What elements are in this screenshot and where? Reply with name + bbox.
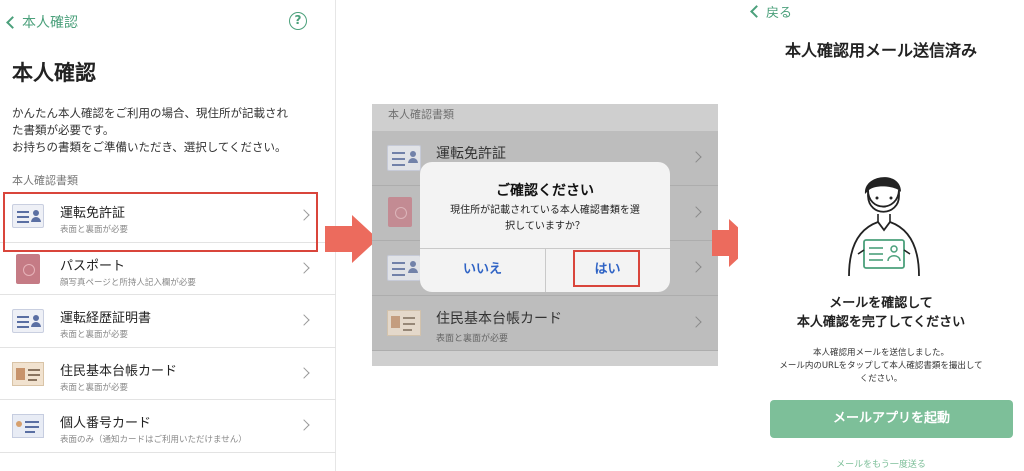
resident-card-icon xyxy=(12,361,44,386)
back-label: 戻る xyxy=(766,6,793,21)
chevron-right-icon xyxy=(298,261,310,274)
dialog-title: ご確認ください xyxy=(496,183,594,199)
open-mail-app-button[interactable]: メールアプリを起動 xyxy=(770,400,1013,438)
section-label: 本人確認書類 xyxy=(388,108,454,121)
document-item-resident-card[interactable]: 住民基本台帳カード 表面と裏面が必要 xyxy=(0,348,336,400)
license-card-icon xyxy=(12,309,44,333)
document-sublabel: 表面のみ（通知カードはご利用いただけません） xyxy=(60,435,247,445)
body-line: ください。 xyxy=(859,374,903,384)
resend-mail-link[interactable]: メールをもう一度送る xyxy=(738,457,1024,470)
dialog-message-line: 択していますか？ xyxy=(505,221,585,232)
resident-card-icon xyxy=(387,310,421,336)
body-line: メール内のURLをタップして本人確認書類を撮出して xyxy=(779,361,983,371)
chevron-right-icon xyxy=(298,419,310,431)
panel-confirm-dialog: 本人確認書類 運転免許証 住民基本台帳カード 表面と裏面が必要 ご確認ください … xyxy=(372,104,718,366)
description: かんたん本人確認をご利用の場合、現住所が記載され た書類が必要です。 お持ちの書… xyxy=(12,105,330,156)
confirm-heading: メールを確認して 本人確認を完了してください xyxy=(738,294,1024,332)
document-item-resident-card[interactable]: 住民基本台帳カード 表面と裏面が必要 xyxy=(372,296,718,351)
help-icon[interactable]: ? xyxy=(289,12,307,30)
chevron-right-icon xyxy=(690,316,702,328)
no-button[interactable]: いいえ xyxy=(420,248,545,292)
passport-icon xyxy=(388,197,412,227)
mynumber-card-icon xyxy=(12,414,44,438)
document-label: 運転免許証 xyxy=(436,146,506,162)
heading-line: 本人確認を完了してください xyxy=(796,315,966,330)
passport-icon xyxy=(16,253,40,284)
dialog-message: 現住所が記載されている本人確認書類を選 択していますか？ xyxy=(430,203,660,235)
document-sublabel: 顔写真ページと所持人記入欄が必要 xyxy=(60,277,196,288)
document-label: 住民基本台帳カード xyxy=(60,363,178,379)
chevron-left-icon xyxy=(6,15,19,29)
selection-highlight xyxy=(3,192,318,252)
document-sublabel: 表面と裏面が必要 xyxy=(60,382,129,393)
chevron-right-icon xyxy=(690,151,702,163)
license-card-icon xyxy=(387,255,421,281)
person-with-id-card-icon xyxy=(848,177,920,277)
page-title: 本人確認 xyxy=(12,61,96,85)
chevron-left-icon xyxy=(750,5,763,18)
back-label: 本人確認 xyxy=(22,15,78,31)
panel-document-select: 本人確認 ? 本人確認 かんたん本人確認をご利用の場合、現住所が記載され た書類… xyxy=(0,0,336,471)
instruction-text: 本人確認用メールを送信しました。 メール内のURLをタップして本人確認書類を撮出… xyxy=(768,347,994,386)
description-line: た書類が必要です。 xyxy=(12,123,115,137)
dialog-message-line: 現住所が記載されている本人確認書類を選 xyxy=(450,205,640,216)
back-button[interactable]: 戻る xyxy=(750,2,792,21)
document-sublabel: 表面と裏面が必要 xyxy=(60,330,129,340)
document-item-mynumber-card[interactable]: 個人番号カード 表面のみ（通知カードはご利用いただけません） xyxy=(0,400,336,453)
chevron-right-icon xyxy=(298,366,310,379)
license-card-icon xyxy=(387,145,421,171)
document-label: 住民基本台帳カード xyxy=(436,311,562,327)
yes-highlight xyxy=(573,250,640,287)
chevron-right-icon xyxy=(690,261,702,273)
document-label: 個人番号カード xyxy=(60,416,152,431)
description-line: お持ちの書類をご準備いただき、選択してください。 xyxy=(12,140,287,154)
section-label: 本人確認書類 xyxy=(12,174,78,187)
chevron-right-icon xyxy=(690,206,702,218)
chevron-right-icon xyxy=(298,314,310,326)
document-label: パスポート xyxy=(60,258,126,274)
description-line: かんたん本人確認をご利用の場合、現住所が記載され xyxy=(12,106,288,120)
body-line: 本人確認用メールを送信しました。 xyxy=(812,348,949,358)
document-label: 運転経歴証明書 xyxy=(60,311,152,326)
page-title: 本人確認用メール送信済み xyxy=(784,41,977,60)
back-button[interactable]: 本人確認 xyxy=(6,12,78,32)
panel-mail-sent: 戻る 本人確認用メール送信済み メールを確認して 本人確認を完了してください 本… xyxy=(738,0,1024,471)
document-item-driving-record[interactable]: 運転経歴証明書 表面と裏面が必要 xyxy=(0,295,336,348)
document-sublabel: 表面と裏面が必要 xyxy=(436,334,509,344)
heading-line: メールを確認して xyxy=(829,296,933,311)
